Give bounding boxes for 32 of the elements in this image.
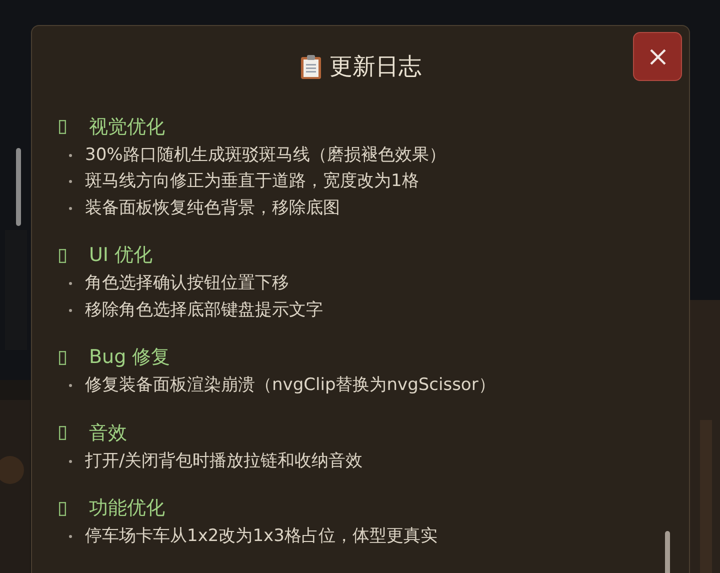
changelog-item: 斑马线方向修正为垂直于道路，宽度改为1格 <box>85 170 419 193</box>
section-heading: Bug 修复 <box>89 345 170 370</box>
changelog-item: 移除角色选择底部键盘提示文字 <box>85 298 323 322</box>
changelog-item: 30%路口随机生成斑驳斑马线（磨损褪色效果） <box>85 144 446 166</box>
bullet-icon <box>69 460 72 463</box>
changelog-item: 打开/关闭背包时播放拉链和收纳音效 <box>85 450 363 472</box>
section-heading: 功能优化 <box>89 496 165 522</box>
changelog-item: 角色选择确认按钮位置下移 <box>85 272 289 295</box>
bullet-icon <box>69 535 72 538</box>
section-heading: UI 优化 <box>89 243 153 268</box>
scrollbar-thumb[interactable] <box>16 148 21 226</box>
changelog-item: 停车场卡车从1x2改为1x3格占位，体型更真实 <box>85 525 438 548</box>
missing-glyph-icon <box>59 120 66 134</box>
missing-glyph-icon <box>59 502 66 516</box>
close-button[interactable] <box>633 32 682 81</box>
bullet-icon <box>69 154 72 157</box>
clipboard-icon <box>300 54 322 80</box>
missing-glyph-icon <box>59 426 66 440</box>
changelog-item: 装备面板恢复纯色背景，移除底图 <box>85 196 340 220</box>
section-heading: 音效 <box>89 420 127 446</box>
section-heading: 视觉优化 <box>89 114 165 140</box>
dialog-title: 更新日志 <box>330 52 422 82</box>
bullet-icon <box>69 308 72 312</box>
bullet-icon <box>69 384 72 388</box>
missing-glyph-icon <box>59 350 66 364</box>
bullet-icon <box>69 180 72 184</box>
changelog-item: 修复装备面板渲染崩溃（nvgClip替换为nvgScissor） <box>85 374 496 397</box>
bullet-icon <box>69 206 72 210</box>
close-icon <box>648 48 666 66</box>
bullet-icon <box>69 282 72 286</box>
missing-glyph-icon <box>59 248 66 262</box>
scrollbar-thumb[interactable] <box>665 531 670 573</box>
